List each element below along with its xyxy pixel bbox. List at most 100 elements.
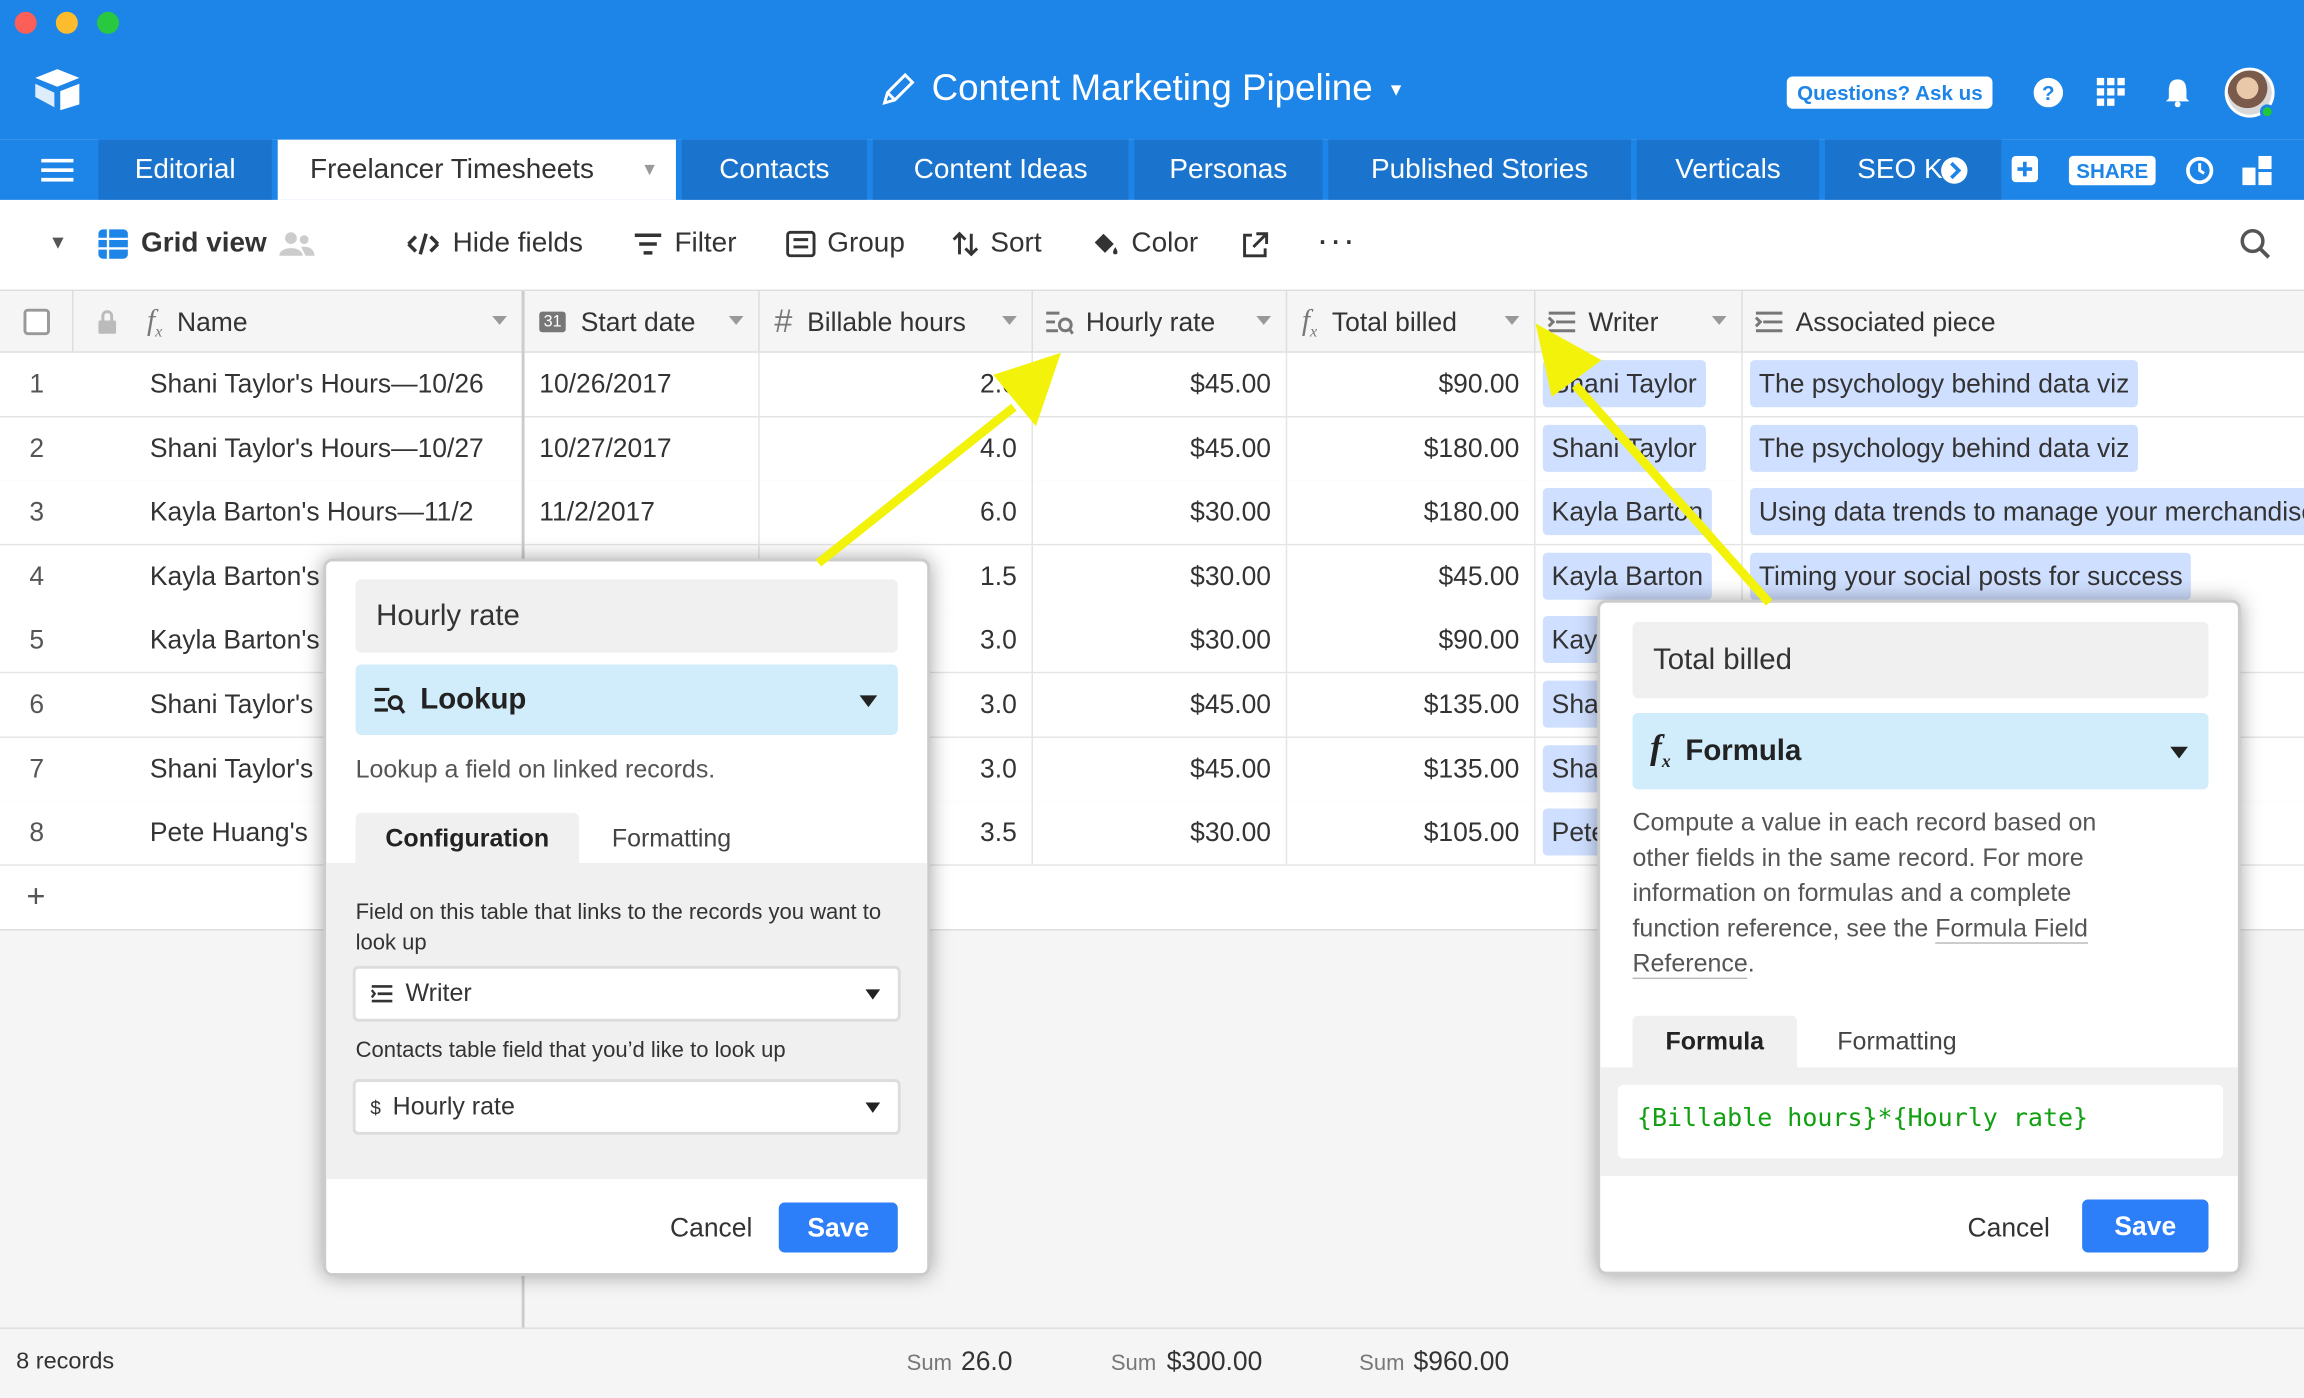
base-title[interactable]: Content Marketing Pipeline ▼ — [879, 68, 1405, 111]
cancel-button[interactable]: Cancel — [1968, 1213, 2050, 1244]
sum-billable-hours[interactable]: 26.0 — [961, 1347, 1012, 1378]
column-header-start-date[interactable]: 31 Start date — [525, 291, 760, 353]
associated-piece-cell[interactable]: The psychology behind data viz — [1743, 417, 2304, 480]
row-number-cell[interactable]: 8 — [0, 801, 73, 864]
field-name-input[interactable]: Total billed — [1632, 621, 2209, 699]
name-cell[interactable]: Shani Taylor's Hours—10/26 — [132, 353, 523, 416]
cancel-button[interactable]: Cancel — [670, 1213, 752, 1244]
billable-hours-cell[interactable]: 2.0 — [760, 352, 1033, 417]
search-icon[interactable] — [2239, 228, 2271, 260]
total-billed-cell[interactable]: $105.00 — [1287, 801, 1536, 865]
ask-button[interactable]: Questions? Ask us — [1786, 76, 1993, 109]
start-date-cell[interactable]: 11/2/2017 — [525, 480, 760, 545]
link-field-select[interactable]: Writer — [352, 965, 901, 1022]
total-billed-cell[interactable]: $90.00 — [1287, 609, 1536, 673]
billable-hours-cell[interactable]: 4.0 — [760, 416, 1033, 481]
total-billed-cell[interactable]: $135.00 — [1287, 673, 1536, 737]
hourly-rate-cell[interactable]: $45.00 — [1033, 737, 1288, 801]
airtable-logo-icon[interactable] — [32, 66, 82, 111]
tab-seo-keywords[interactable]: SEO K — [1824, 139, 2002, 200]
more-options-icon[interactable]: ··· — [1317, 221, 1357, 262]
writer-cell[interactable]: Shani Taylor — [1536, 416, 1743, 481]
table-row[interactable]: 3 Kayla Barton's Hours—11/2 11/2/2017 6.0 $3… — [0, 480, 2304, 546]
linked-record-chip[interactable]: The psychology behind data viz — [1750, 360, 2139, 408]
history-icon[interactable] — [2184, 154, 2216, 186]
tab-verticals[interactable]: Verticals — [1636, 139, 1820, 200]
associated-piece-cell[interactable]: Using data trends to manage your merchan… — [1743, 481, 2304, 544]
total-billed-cell[interactable]: $90.00 — [1287, 352, 1536, 417]
help-icon[interactable]: ? — [2031, 75, 2066, 110]
select-all-checkbox[interactable] — [22, 308, 50, 336]
hourly-rate-cell[interactable]: $30.00 — [1033, 801, 1288, 865]
total-billed-cell[interactable]: $180.00 — [1287, 480, 1536, 545]
billable-hours-cell[interactable]: 6.0 — [760, 480, 1033, 545]
total-billed-cell[interactable]: $180.00 — [1287, 416, 1536, 481]
share-view-icon[interactable] — [1242, 231, 1270, 259]
table-row[interactable]: 2 Shani Taylor's Hours—10/27 10/27/2017 4.0… — [0, 416, 2304, 482]
tab-formatting[interactable]: Formatting — [1797, 1016, 1997, 1069]
name-cell[interactable]: Shani Taylor's Hours—10/27 — [132, 417, 523, 480]
apps-grid-icon[interactable] — [2094, 75, 2129, 110]
tab-content-ideas[interactable]: Content Ideas — [872, 139, 1129, 200]
column-header-hourly-rate[interactable]: Hourly rate — [1033, 291, 1288, 353]
hourly-rate-cell[interactable]: $30.00 — [1033, 545, 1288, 609]
notifications-bell-icon[interactable] — [2160, 75, 2195, 110]
linked-record-chip[interactable]: Using data trends to manage your merchan… — [1750, 488, 2304, 536]
start-date-cell[interactable]: 10/26/2017 — [525, 352, 760, 417]
save-button[interactable]: Save — [2082, 1199, 2209, 1253]
table-row[interactable]: 1 Shani Taylor's Hours—10/26 10/26/2017 2.0… — [0, 352, 2304, 418]
scroll-tabs-right-icon[interactable] — [1940, 156, 1969, 185]
column-header-billable-hours[interactable]: # Billable hours — [760, 291, 1033, 353]
field-name-input[interactable]: Hourly rate — [355, 579, 898, 653]
total-billed-cell[interactable]: $45.00 — [1287, 545, 1536, 609]
tab-formula[interactable]: Formula — [1632, 1015, 1798, 1069]
hourly-rate-cell[interactable]: $30.00 — [1033, 609, 1288, 673]
linked-record-chip[interactable]: Kayla Barton — [1542, 488, 1712, 536]
add-record-icon[interactable]: + — [26, 878, 45, 916]
row-number-cell[interactable]: 7 — [0, 737, 73, 800]
lookup-field-select[interactable]: $ Hourly rate — [352, 1079, 901, 1135]
column-header-writer[interactable]: Writer — [1536, 291, 1743, 353]
start-date-cell[interactable]: 10/27/2017 — [525, 416, 760, 481]
row-number-cell[interactable]: 2 — [0, 417, 73, 480]
linked-record-chip[interactable]: Kayla Barton — [1542, 552, 1712, 600]
add-table-icon[interactable] — [2011, 155, 2039, 183]
formula-reference-link[interactable]: Formula Field — [1935, 914, 2088, 944]
row-number-cell[interactable]: 6 — [0, 673, 73, 736]
chevron-down-icon[interactable] — [1711, 316, 1727, 325]
maximize-window-button[interactable] — [96, 11, 120, 34]
hamburger-menu-icon[interactable] — [41, 158, 74, 183]
column-header-total-billed[interactable]: fx Total billed — [1287, 291, 1536, 353]
hourly-rate-cell[interactable]: $45.00 — [1033, 673, 1288, 737]
close-window-button[interactable] — [14, 11, 37, 34]
field-type-select[interactable]: fx Formula — [1632, 712, 2209, 790]
total-billed-cell[interactable]: $135.00 — [1287, 737, 1536, 801]
sum-hourly-rate[interactable]: $300.00 — [1167, 1347, 1263, 1378]
filter-button[interactable]: Filter — [633, 228, 737, 260]
blocks-icon[interactable] — [2242, 155, 2272, 186]
name-cell[interactable]: Kayla Barton's Hours—11/2 — [132, 481, 523, 544]
color-button[interactable]: Color — [1090, 228, 1198, 260]
tab-published-stories[interactable]: Published Stories — [1328, 139, 1632, 200]
linked-record-chip[interactable]: The psychology behind data viz — [1750, 424, 2139, 472]
associated-piece-cell[interactable]: The psychology behind data viz — [1743, 353, 2304, 416]
linked-record-chip[interactable]: Shani Taylor — [1542, 424, 1706, 472]
row-number-cell[interactable]: 3 — [0, 481, 73, 544]
tab-personas[interactable]: Personas — [1134, 139, 1323, 200]
tab-configuration[interactable]: Configuration — [355, 812, 579, 865]
save-button[interactable]: Save — [778, 1202, 898, 1253]
hourly-rate-cell[interactable]: $30.00 — [1033, 480, 1288, 545]
chevron-down-icon[interactable] — [1002, 316, 1017, 325]
hide-fields-button[interactable]: Hide fields — [406, 228, 583, 260]
hourly-rate-cell[interactable]: $45.00 — [1033, 352, 1288, 417]
field-type-select[interactable]: Lookup — [355, 664, 898, 736]
row-number-cell[interactable]: 5 — [0, 609, 73, 672]
tab-freelancer-timesheets[interactable]: Freelancer Timesheets ▼ — [277, 139, 676, 200]
view-switcher[interactable]: Grid view — [97, 228, 314, 260]
share-button[interactable]: SHARE — [2068, 155, 2156, 186]
chevron-down-icon[interactable] — [492, 316, 507, 325]
chevron-down-icon[interactable] — [728, 316, 744, 325]
chevron-down-icon[interactable]: ▼ — [641, 140, 658, 200]
column-header-associated-piece[interactable]: Associated piece — [1743, 291, 2304, 353]
tab-formatting[interactable]: Formatting — [579, 813, 764, 864]
